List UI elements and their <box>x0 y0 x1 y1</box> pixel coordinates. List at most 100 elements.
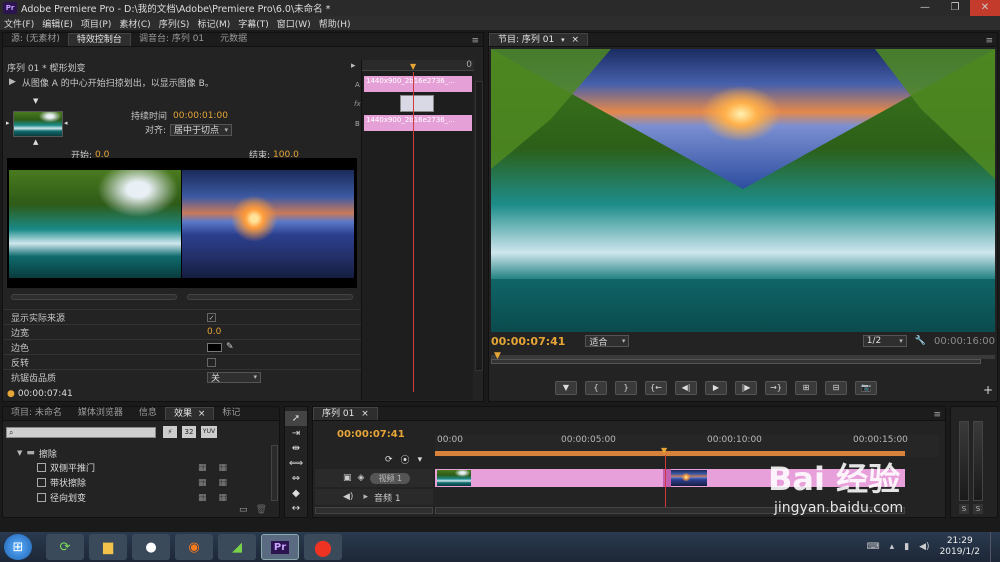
program-video-frame[interactable] <box>491 49 995 332</box>
collapse-arrow-icon[interactable]: ▸ <box>351 61 356 71</box>
show-actual-checkbox[interactable]: ✓ <box>207 312 216 322</box>
tab-markers[interactable]: 标记 <box>214 407 248 420</box>
step-back-button[interactable]: ◀| <box>675 381 697 395</box>
tab-info[interactable]: 信息 <box>131 407 165 420</box>
keyboard-tray-icon[interactable]: ⌨ <box>867 542 880 552</box>
tab-effect-controls[interactable]: 特效控制台 <box>67 33 131 46</box>
playhead-marker-icon[interactable]: ▼ <box>410 62 416 71</box>
tray-arrow-icon[interactable]: ▴ <box>890 542 895 552</box>
network-tray-icon[interactable]: ▮ <box>904 542 909 552</box>
effect-item[interactable]: 双侧平推门 ▦ ▦ <box>17 460 267 475</box>
border-width-value[interactable]: 0.0 <box>207 327 221 337</box>
go-to-in-button[interactable]: {← <box>645 381 667 395</box>
selection-tool-icon[interactable]: ➚ <box>285 411 307 426</box>
minimize-button[interactable]: — <box>910 0 940 16</box>
tab-metadata[interactable]: 元数据 <box>212 33 255 46</box>
clip-b-thumbnail[interactable] <box>671 470 707 486</box>
panel-menu-icon[interactable]: ≡ <box>985 36 993 46</box>
track-header-scrollbar[interactable] <box>315 507 433 514</box>
clip-a-on-timeline[interactable] <box>471 469 665 487</box>
snap-icon[interactable]: ⟳ <box>385 455 393 465</box>
transition-bar[interactable] <box>400 95 434 112</box>
eyedropper-icon[interactable]: ✎ <box>226 342 234 352</box>
menu-edit[interactable]: 编辑(E) <box>42 17 73 30</box>
menu-clip[interactable]: 素材(C) <box>119 17 150 30</box>
menu-file[interactable]: 文件(F) <box>4 17 34 30</box>
mark-in-button[interactable]: { <box>585 381 607 395</box>
program-timecode[interactable]: 00:00:07:41 <box>491 335 565 348</box>
clip-a-thumbnail[interactable] <box>437 470 471 486</box>
fit-select[interactable]: 适合 ▾ <box>585 335 630 348</box>
effect-item[interactable]: 径向划变 ▦ ▦ <box>17 490 267 505</box>
export-frame-button[interactable]: 📷 <box>855 381 877 395</box>
effect-timecode-value[interactable]: 00:00:07:41 <box>18 389 73 399</box>
tray-clock[interactable]: 21:29 2019/1/2 <box>940 536 980 558</box>
panel-menu-icon[interactable]: ≡ <box>471 36 479 46</box>
tab-effects[interactable]: 效果 × <box>164 407 215 420</box>
clip-a-bar[interactable]: 1440x900_2b16e2736_... <box>364 76 472 92</box>
lift-button[interactable]: ⊞ <box>795 381 817 395</box>
play-button[interactable]: ▶ <box>705 381 727 395</box>
menu-sequence[interactable]: 序列(S) <box>159 17 190 30</box>
razor-tool-icon[interactable]: ◆ <box>285 486 307 501</box>
audio-expand-icon[interactable]: ▸ <box>363 492 368 502</box>
menu-title[interactable]: 字幕(T) <box>238 17 269 30</box>
program-scrubber[interactable]: ▼ <box>491 351 995 365</box>
trash-icon[interactable]: 🗑 <box>256 505 267 515</box>
panel-menu-icon[interactable]: ≡ <box>933 410 941 420</box>
rolling-edit-tool-icon[interactable]: ⟺ <box>285 456 307 471</box>
add-marker-icon[interactable]: ▾ <box>418 455 423 465</box>
taskbar-camtasia-app[interactable]: ◢ <box>218 534 256 560</box>
accelerated-effects-icon[interactable]: ⚡ <box>163 426 177 438</box>
effects-scrollbar[interactable] <box>271 445 278 501</box>
play-preview-icon[interactable]: ▶ <box>9 77 16 87</box>
close-icon[interactable]: × <box>198 409 206 419</box>
expand-triangle-icon[interactable]: ▼ <box>17 449 22 457</box>
edge-selector-bottom-icon[interactable]: ▲ <box>33 138 38 146</box>
close-icon[interactable]: × <box>571 35 579 45</box>
taskbar-qq-app[interactable]: ● <box>132 534 170 560</box>
effects-search-input[interactable]: ⌕ <box>6 427 156 438</box>
go-to-out-button[interactable]: →} <box>765 381 787 395</box>
close-button[interactable]: ✕ <box>970 0 1000 16</box>
reverse-checkbox[interactable] <box>207 357 216 367</box>
taskbar-refresh-app[interactable]: ⟳ <box>46 534 84 560</box>
marker-icon[interactable]: ⦿ <box>401 453 410 466</box>
speaker-icon[interactable]: ◀) <box>343 492 353 502</box>
folder-wipe[interactable]: ▼ ▬ 擦除 <box>17 446 267 460</box>
tab-audio-mixer[interactable]: 调音台: 序列 01 <box>131 33 212 46</box>
clip-b-bar[interactable]: 1440x900_2b16e2736_... <box>364 115 472 131</box>
eye-icon[interactable]: ▣ <box>343 473 352 483</box>
align-select[interactable]: 居中于切点 ▾ <box>170 123 233 136</box>
new-bin-icon[interactable]: ▭ <box>239 505 248 515</box>
transition-thumbnail[interactable] <box>13 111 63 137</box>
step-forward-button[interactable]: |▶ <box>735 381 757 395</box>
taskbar-premiere-app[interactable]: Pr <box>261 534 299 560</box>
tab-sequence[interactable]: 序列 01 × <box>313 407 378 420</box>
track-select-tool-icon[interactable]: ⇥ <box>285 426 307 441</box>
tab-source[interactable]: 源: (无素材) <box>3 33 68 46</box>
maximize-button[interactable]: ❐ <box>940 0 970 16</box>
rate-stretch-tool-icon[interactable]: ⇔ <box>285 471 307 486</box>
antialias-select[interactable]: 关 ▾ <box>207 371 261 384</box>
border-color-swatch[interactable] <box>207 342 222 352</box>
extract-button[interactable]: ⊟ <box>825 381 847 395</box>
volume-tray-icon[interactable]: ◀) <box>919 542 929 552</box>
taskbar-explorer-app[interactable]: ▆ <box>89 534 127 560</box>
start-slider[interactable] <box>11 294 177 300</box>
tab-media-browser[interactable]: 媒体浏览器 <box>70 407 131 420</box>
slip-tool-icon[interactable]: ↔ <box>285 501 307 516</box>
button-editor-add-icon[interactable]: + <box>983 383 993 397</box>
add-marker-button[interactable]: ▼ <box>555 381 577 395</box>
yuv-effects-icon[interactable]: YUV <box>201 426 217 438</box>
edge-selector-left-icon[interactable]: ▸ <box>6 119 10 127</box>
taskbar-recorder-app[interactable]: ⬤ <box>304 534 342 560</box>
menu-marker[interactable]: 标记(M) <box>197 17 230 30</box>
ripple-edit-tool-icon[interactable]: ⇹ <box>285 441 307 456</box>
close-icon[interactable]: × <box>361 409 369 419</box>
show-desktop-button[interactable] <box>990 532 1000 562</box>
effect-controls-scrollbar[interactable] <box>475 81 483 371</box>
32bit-effects-icon[interactable]: 32 <box>182 426 196 438</box>
menu-window[interactable]: 窗口(W) <box>277 17 311 30</box>
end-slider[interactable] <box>187 294 353 300</box>
